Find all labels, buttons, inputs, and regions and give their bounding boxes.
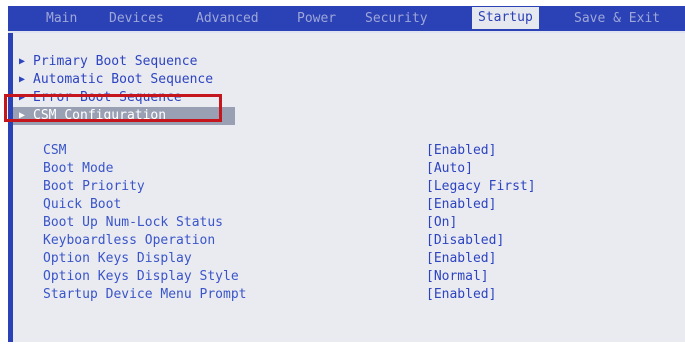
tab-devices[interactable]: Devices	[109, 10, 164, 28]
setting-value[interactable]: [Enabled]	[426, 286, 496, 304]
tab-save-exit[interactable]: Save & Exit	[574, 10, 660, 28]
bios-screen: Main Devices Advanced Power Security Sta…	[8, 6, 685, 342]
submenu-label: Primary Boot Sequence	[33, 54, 198, 69]
tab-security[interactable]: Security	[365, 10, 428, 28]
setting-option-keys-display[interactable]: Option Keys Display [Enabled]	[43, 250, 496, 268]
setting-value[interactable]: [On]	[426, 214, 457, 232]
submenu-primary-boot-sequence[interactable]: ▶ Primary Boot Sequence	[19, 53, 197, 71]
triangle-right-icon: ▶	[19, 56, 26, 67]
tab-advanced[interactable]: Advanced	[196, 10, 259, 28]
setting-value[interactable]: [Normal]	[426, 268, 489, 286]
tab-power[interactable]: Power	[297, 10, 336, 28]
setting-boot-priority[interactable]: Boot Priority [Legacy First]	[43, 178, 536, 196]
setting-boot-mode[interactable]: Boot Mode [Auto]	[43, 160, 473, 178]
startup-panel: ▶ Primary Boot Sequence ▶ Automatic Boot S…	[13, 33, 685, 342]
setting-label: CSM	[43, 143, 67, 158]
setting-label: Boot Priority	[43, 179, 145, 194]
setting-value[interactable]: [Disabled]	[426, 232, 504, 250]
setting-label: Option Keys Display	[43, 251, 192, 266]
triangle-right-icon: ▶	[19, 74, 26, 85]
setting-label: Startup Device Menu Prompt	[43, 287, 247, 302]
setting-label: Boot Up Num-Lock Status	[43, 215, 224, 230]
setting-csm[interactable]: CSM [Enabled]	[43, 142, 496, 160]
menu-bar: Main Devices Advanced Power Security Sta…	[8, 6, 685, 33]
setting-label: Option Keys Display Style	[43, 269, 239, 284]
setting-label: Quick Boot	[43, 197, 122, 212]
setting-quick-boot[interactable]: Quick Boot [Enabled]	[43, 196, 496, 214]
setting-startup-device-menu-prompt[interactable]: Startup Device Menu Prompt [Enabled]	[43, 286, 496, 304]
setting-value[interactable]: [Legacy First]	[426, 178, 536, 196]
red-highlight-box	[4, 94, 222, 122]
setting-value[interactable]: [Enabled]	[426, 196, 496, 214]
tab-startup[interactable]: Startup	[472, 7, 539, 29]
submenu-automatic-boot-sequence[interactable]: ▶ Automatic Boot Sequence	[19, 71, 213, 89]
setting-label: Keyboardless Operation	[43, 233, 216, 248]
setting-option-keys-display-style[interactable]: Option Keys Display Style [Normal]	[43, 268, 489, 286]
setting-value[interactable]: [Enabled]	[426, 142, 496, 160]
submenu-label: Automatic Boot Sequence	[33, 72, 214, 87]
setting-num-lock-status[interactable]: Boot Up Num-Lock Status [On]	[43, 214, 457, 232]
setting-value[interactable]: [Auto]	[426, 160, 473, 178]
tab-main[interactable]: Main	[46, 10, 77, 28]
setting-label: Boot Mode	[43, 161, 114, 176]
setting-keyboardless-operation[interactable]: Keyboardless Operation [Disabled]	[43, 232, 504, 250]
setting-value[interactable]: [Enabled]	[426, 250, 496, 268]
